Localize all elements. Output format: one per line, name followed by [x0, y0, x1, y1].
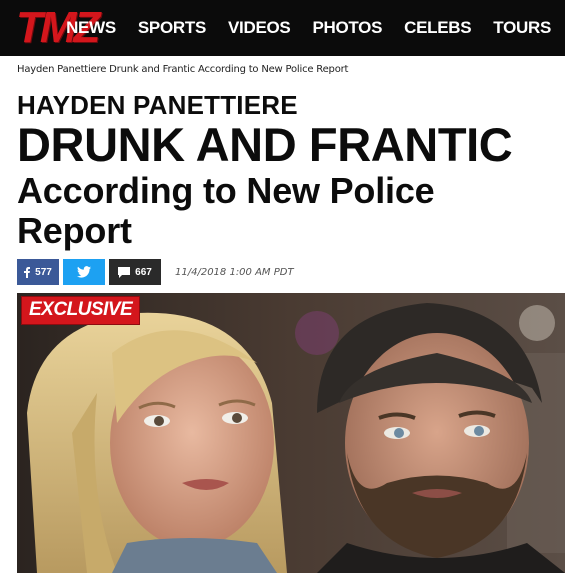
facebook-icon — [24, 266, 31, 278]
headline-subject: HAYDEN PANETTIERE — [17, 90, 298, 120]
photo-illustration — [17, 293, 565, 573]
twitter-share-button[interactable] — [63, 259, 105, 285]
nav-sports[interactable]: SPORTS — [138, 18, 206, 38]
exclusive-badge: EXCLUSIVE — [21, 296, 141, 325]
top-navigation-bar: TMZ NEWS SPORTS VIDEOS PHOTOS CELEBS TOU… — [0, 0, 565, 56]
breadcrumb[interactable]: Hayden Panettiere Drunk and Frantic Acco… — [17, 64, 348, 75]
twitter-icon — [77, 266, 91, 278]
article-headline: HAYDEN PANETTIERE DRUNK AND FRANTIC Acco… — [17, 90, 557, 251]
nav-celebs[interactable]: CELEBS — [404, 18, 471, 38]
comment-icon — [118, 266, 131, 278]
comments-count: 667 — [135, 266, 152, 278]
share-bar: 577 667 11/4/2018 1:00 AM PDT — [17, 259, 294, 285]
comments-button[interactable]: 667 — [109, 259, 161, 285]
facebook-share-count: 577 — [35, 266, 52, 278]
headline-subtitle: According to New Police Report — [17, 170, 435, 251]
nav-news[interactable]: NEWS — [66, 18, 116, 38]
publish-timestamp: 11/4/2018 1:00 AM PDT — [175, 266, 294, 278]
article-photo[interactable]: EXCLUSIVE — [17, 293, 565, 573]
main-nav: NEWS SPORTS VIDEOS PHOTOS CELEBS TOURS — [66, 0, 551, 56]
headline-main: DRUNK AND FRANTIC — [17, 118, 513, 171]
facebook-share-button[interactable]: 577 — [17, 259, 59, 285]
nav-photos[interactable]: PHOTOS — [312, 18, 382, 38]
nav-tours[interactable]: TOURS — [493, 18, 551, 38]
nav-videos[interactable]: VIDEOS — [228, 18, 291, 38]
